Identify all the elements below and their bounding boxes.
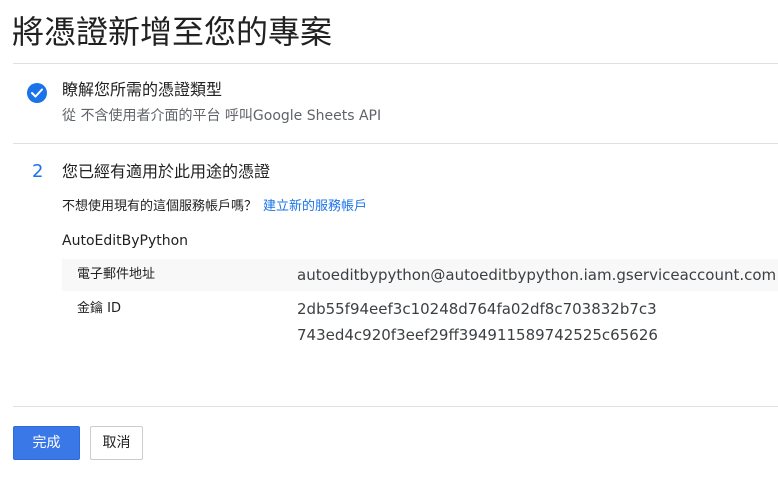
- credentials-page: 將憑證新增至您的專案 瞭解您所需的憑證類型 從 不含使用者介面的平台 呼叫Goo…: [0, 0, 778, 497]
- key-id-label: 金鑰 ID: [77, 301, 121, 316]
- email-label: 電子郵件地址: [77, 267, 156, 282]
- step1-title: 瞭解您所需的憑證類型: [62, 80, 223, 99]
- step2-question-text: 不想使用現有的這個服務帳戶嗎？: [62, 199, 258, 214]
- key-id-value-line2: 743ed4c920f3eef29ff394911589742525c65626: [297, 326, 658, 344]
- check-circle-icon: [27, 83, 47, 103]
- email-value: autoeditbypython@autoeditbypython.iam.gs…: [297, 266, 777, 284]
- cancel-button[interactable]: 取消: [90, 426, 143, 460]
- page-title: 將憑證新增至您的專案: [12, 13, 333, 51]
- divider: [13, 143, 778, 144]
- step1-subtitle: 從 不含使用者介面的平台 呼叫Google Sheets API: [62, 108, 382, 124]
- step2-title: 您已經有適用於此用途的憑證: [62, 162, 271, 181]
- divider: [13, 406, 778, 407]
- divider: [13, 63, 778, 64]
- step2-number: 2: [32, 161, 44, 182]
- done-button[interactable]: 完成: [13, 426, 80, 460]
- key-id-value-line1: 2db55f94eef3c10248d764fa02df8c703832b7c3: [297, 300, 657, 318]
- step2-question-row: 不想使用現有的這個服務帳戶嗎？ 建立新的服務帳戶: [62, 197, 367, 217]
- create-service-account-link[interactable]: 建立新的服務帳戶: [263, 199, 367, 214]
- service-account-name: AutoEditByPython: [62, 233, 189, 249]
